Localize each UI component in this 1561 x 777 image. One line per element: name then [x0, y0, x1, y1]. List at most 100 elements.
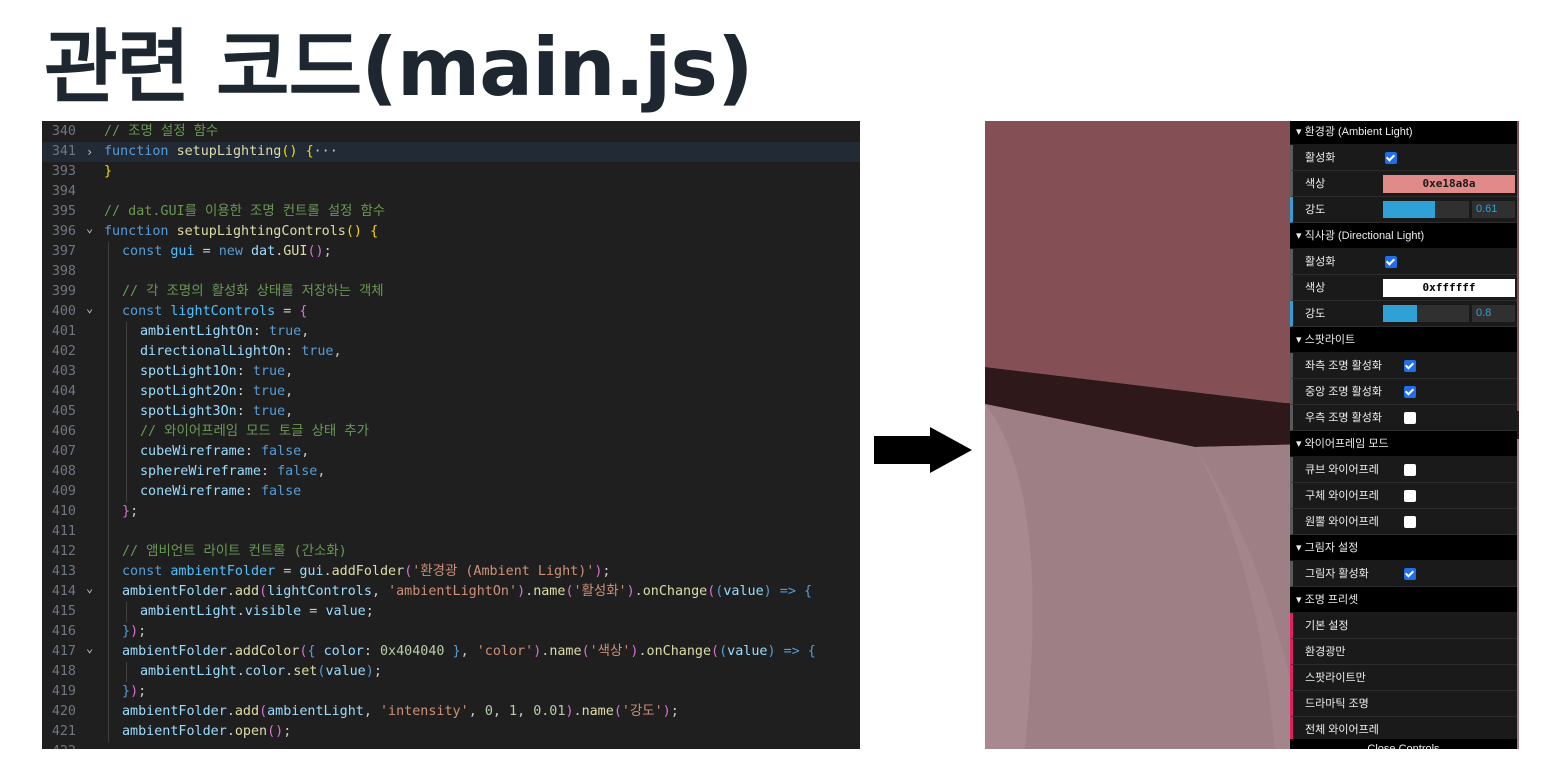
gui-control-row[interactable]: 강도 0.61: [1290, 197, 1517, 223]
fold-expanded-icon[interactable]: ⌄: [86, 298, 100, 318]
indent-guide: [108, 642, 109, 662]
code-line[interactable]: 419});: [42, 682, 860, 702]
code-line[interactable]: 401 ambientLightOn: true,: [42, 322, 860, 342]
code-line[interactable]: 418 ambientLight.color.set(value);: [42, 662, 860, 682]
gui-control-row[interactable]: 그림자 활성화: [1290, 561, 1517, 587]
code-line[interactable]: 413 const ambientFolder = gui.addFolder('…: [42, 562, 860, 582]
line-number: 341: [51, 144, 76, 159]
checkbox[interactable]: [1404, 360, 1416, 372]
checkbox[interactable]: [1404, 386, 1416, 398]
code-line[interactable]: 340 // 조명 설정 함수: [42, 122, 860, 142]
indent-guide: [126, 482, 127, 502]
code-text: const ambientFolder = gui.addFolder('환경광…: [122, 564, 611, 579]
code-text: ambientFolder.add(ambientLight, 'intensi…: [122, 704, 679, 719]
code-line[interactable]: 420 ambientFolder.add(ambientLight, 'inte…: [42, 702, 860, 722]
checkbox[interactable]: [1385, 256, 1397, 268]
code-text: spotLight3On: true,: [140, 404, 294, 419]
code-line[interactable]: 407 cubeWireframe: false,: [42, 442, 860, 462]
code-line[interactable]: 402 directionalLightOn: true,: [42, 342, 860, 362]
fold-expanded-icon[interactable]: ⌄: [86, 638, 100, 658]
gui-control-row[interactable]: 중앙 조명 활성화: [1290, 379, 1517, 405]
gui-folder-title[interactable]: ▾ 직사광 (Directional Light): [1290, 223, 1517, 249]
gui-label: 색상: [1305, 282, 1326, 294]
code-line[interactable]: 414 ⌄ ambientFolder.add(lightControls, 'am…: [42, 581, 860, 602]
code-line[interactable]: 397 const gui = new dat.GUI();: [42, 242, 860, 262]
code-line[interactable]: 421 ambientFolder.open();: [42, 722, 860, 742]
gui-folder-title[interactable]: ▾ 와이어프레임 모드: [1290, 431, 1517, 457]
number-input[interactable]: 0.61: [1472, 201, 1515, 218]
indent-guide: [126, 462, 127, 482]
fold-expanded-icon[interactable]: ⌄: [86, 218, 100, 238]
code-text: function setupLighting() {···: [104, 144, 338, 159]
code-line[interactable]: 412 // 앰비언트 라이트 컨트롤 (간소화): [42, 542, 860, 562]
code-line[interactable]: 403 spotLight1On: true,: [42, 362, 860, 382]
checkbox[interactable]: [1404, 490, 1416, 502]
code-line[interactable]: 408 sphereWireframe: false,: [42, 462, 860, 482]
gui-control-row[interactable]: 색상 0xffffff: [1290, 275, 1517, 301]
code-text: // dat.GUI를 이용한 조명 컨트롤 설정 함수: [104, 204, 386, 219]
indent-guide: [108, 702, 109, 722]
code-line[interactable]: 406 // 와이어프레임 모드 토글 상태 추가: [42, 422, 860, 442]
checkbox[interactable]: [1404, 464, 1416, 476]
code-text: });: [122, 624, 147, 639]
code-text: function setupLightingControls() {: [104, 224, 379, 239]
code-line[interactable]: 417 ⌄ ambientFolder.addColor({ color: 0x40…: [42, 641, 860, 662]
color-picker-swatch[interactable]: 0xffffff: [1383, 279, 1515, 297]
dat-gui-panel[interactable]: ▾ 환경광 (Ambient Light) 활성화 색상 0xe18a8a 강도 0.61…: [1290, 121, 1517, 749]
gui-preset-button[interactable]: 기본 설정: [1290, 613, 1517, 639]
code-text: ambientLight.color.set(value);: [140, 664, 382, 679]
gui-preset-button[interactable]: 스팟라이트만: [1290, 665, 1517, 691]
checkbox[interactable]: [1404, 412, 1416, 424]
gui-preset-button[interactable]: 환경광만: [1290, 639, 1517, 665]
number-input[interactable]: 0.8: [1472, 305, 1515, 322]
code-line[interactable]: 416});: [42, 622, 860, 642]
gui-preset-button[interactable]: 드라마틱 조명: [1290, 691, 1517, 717]
code-line[interactable]: 399 // 각 조명의 활성화 상태를 저장하는 객체: [42, 282, 860, 302]
code-line[interactable]: 341 › function setupLighting() {···: [42, 142, 860, 162]
color-picker-swatch[interactable]: 0xe18a8a: [1383, 175, 1515, 193]
indent-guide: [108, 302, 109, 322]
code-line[interactable]: 400 ⌄ const lightControls = {: [42, 301, 860, 322]
gui-folder-title[interactable]: ▾ 조명 프리셋: [1290, 587, 1517, 613]
gui-control-row[interactable]: 강도 0.8: [1290, 301, 1517, 327]
intensity-slider[interactable]: [1383, 305, 1469, 322]
gui-control-row[interactable]: 큐브 와이어프레: [1290, 457, 1517, 483]
line-number: 409: [51, 484, 76, 499]
checkbox[interactable]: [1404, 516, 1416, 528]
checkbox[interactable]: [1385, 152, 1397, 164]
code-line[interactable]: 409 coneWireframe: false: [42, 482, 860, 502]
code-line[interactable]: 415 ambientLight.visible = value;: [42, 602, 860, 622]
code-line[interactable]: 398: [42, 262, 860, 282]
line-number: 402: [51, 344, 76, 359]
line-number: 404: [51, 384, 76, 399]
gui-folder-title[interactable]: ▾ 스팟라이트: [1290, 327, 1517, 353]
code-line[interactable]: 411: [42, 522, 860, 542]
line-number: 407: [51, 444, 76, 459]
code-line[interactable]: 393}: [42, 162, 860, 182]
code-line[interactable]: 405 spotLight3On: true,: [42, 402, 860, 422]
code-line[interactable]: 410};: [42, 502, 860, 522]
fold-expanded-icon[interactable]: ⌄: [86, 578, 100, 598]
gui-control-row[interactable]: 원뿔 와이어프레: [1290, 509, 1517, 535]
checkbox[interactable]: [1404, 568, 1416, 580]
code-line[interactable]: 395 // dat.GUI를 이용한 조명 컨트롤 설정 함수: [42, 202, 860, 222]
gui-control-row[interactable]: 구체 와이어프레: [1290, 483, 1517, 509]
code-line[interactable]: 422: [42, 742, 860, 749]
gui-folder-title[interactable]: ▾ 환경광 (Ambient Light): [1290, 121, 1517, 145]
indent-guide: [108, 682, 109, 702]
gui-control-row[interactable]: 활성화: [1290, 145, 1517, 171]
gui-folder-title[interactable]: ▾ 그림자 설정: [1290, 535, 1517, 561]
code-line[interactable]: 394: [42, 182, 860, 202]
close-controls-button[interactable]: Close Controls: [1290, 739, 1517, 749]
gui-control-row[interactable]: 우측 조명 활성화: [1290, 405, 1517, 431]
code-line[interactable]: 396 ⌄ function setupLightingControls() {: [42, 221, 860, 242]
code-editor[interactable]: 340 // 조명 설정 함수 341 › function setupLighting…: [42, 121, 860, 749]
intensity-slider[interactable]: [1383, 201, 1469, 218]
fold-collapsed-icon[interactable]: ›: [86, 142, 100, 162]
code-line[interactable]: 404 spotLight2On: true,: [42, 382, 860, 402]
indent-guide: [108, 562, 109, 582]
gui-control-row[interactable]: 좌측 조명 활성화: [1290, 353, 1517, 379]
gui-control-row[interactable]: 색상 0xe18a8a: [1290, 171, 1517, 197]
gui-control-row[interactable]: 활성화: [1290, 249, 1517, 275]
line-number: 401: [51, 324, 76, 339]
